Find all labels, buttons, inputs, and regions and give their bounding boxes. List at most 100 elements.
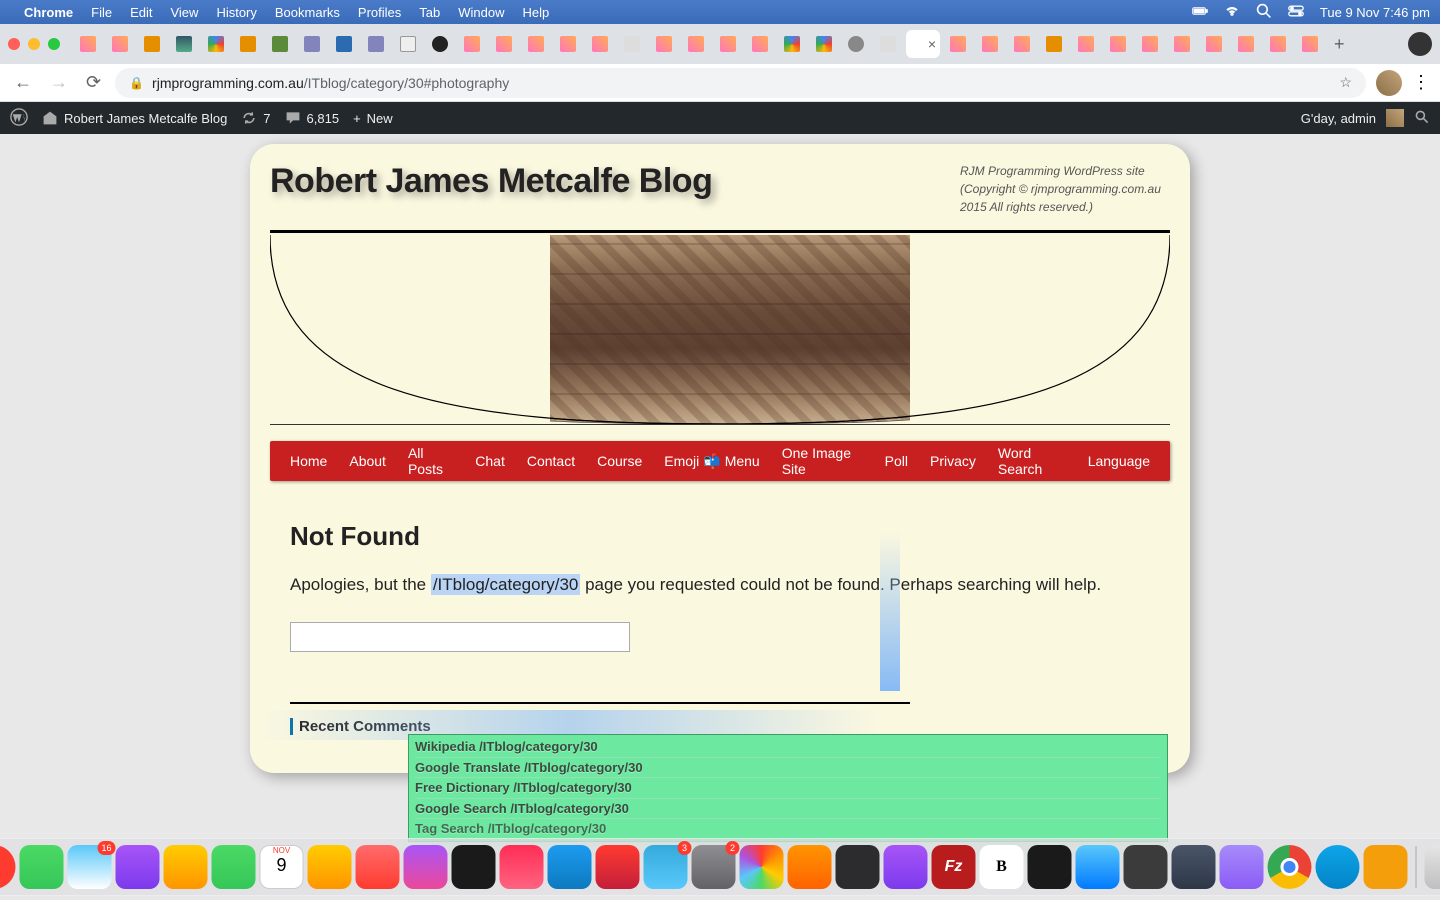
chrome-menu-icon[interactable]: ⋮: [1412, 72, 1430, 93]
dock-terminal-icon[interactable]: [1028, 845, 1072, 889]
wp-logo-icon[interactable]: [10, 108, 28, 129]
back-button[interactable]: ←: [10, 68, 36, 97]
dock-calendar-icon[interactable]: NOV9: [260, 845, 304, 889]
search-input[interactable]: [290, 622, 630, 652]
dock-app-icon[interactable]: [1124, 845, 1168, 889]
wp-greeting[interactable]: G'day, admin: [1301, 111, 1376, 126]
bookmark-star-icon[interactable]: ☆: [1339, 74, 1352, 91]
dock-app-icon[interactable]: [1364, 845, 1408, 889]
nav-emoji-menu[interactable]: Emoji 📬 Menu: [664, 453, 759, 470]
tab[interactable]: [714, 30, 742, 58]
dock-news-icon[interactable]: [596, 845, 640, 889]
battery-icon[interactable]: [1192, 3, 1208, 22]
menubar-tab[interactable]: Tab: [419, 5, 440, 20]
tab[interactable]: [170, 30, 198, 58]
tab[interactable]: [874, 30, 902, 58]
dock-app-icon[interactable]: [836, 845, 880, 889]
nav-poll[interactable]: Poll: [885, 453, 908, 469]
address-bar[interactable]: 🔒 rjmprogramming.com.au/ITblog/category/…: [115, 68, 1366, 98]
menubar-window[interactable]: Window: [458, 5, 504, 20]
maximize-window-button[interactable]: [48, 38, 60, 50]
nav-home[interactable]: Home: [290, 453, 327, 469]
wp-search-icon[interactable]: [1414, 109, 1430, 128]
suggestion-tag-search[interactable]: Tag Search /ITblog/category/30: [415, 819, 1161, 839]
dock-app-icon[interactable]: [1220, 845, 1264, 889]
menubar-help[interactable]: Help: [523, 5, 550, 20]
tab[interactable]: [202, 30, 230, 58]
tab[interactable]: [234, 30, 262, 58]
dock-app-icon[interactable]: [884, 845, 928, 889]
minimize-window-button[interactable]: [28, 38, 40, 50]
dock-filezilla-icon[interactable]: Fz: [932, 845, 976, 889]
tab[interactable]: [618, 30, 646, 58]
tab[interactable]: [362, 30, 390, 58]
tab[interactable]: [842, 30, 870, 58]
tab[interactable]: [522, 30, 550, 58]
tab[interactable]: [266, 30, 294, 58]
tab[interactable]: [586, 30, 614, 58]
tab[interactable]: [1104, 30, 1132, 58]
nav-privacy[interactable]: Privacy: [930, 453, 976, 469]
dock-mail-icon[interactable]: 16: [68, 845, 112, 889]
spotlight-icon[interactable]: [1256, 3, 1272, 22]
dock-app-icon[interactable]: [548, 845, 592, 889]
dock-settings-icon[interactable]: 2: [692, 845, 736, 889]
dock-firefox-icon[interactable]: [788, 845, 832, 889]
menubar-clock[interactable]: Tue 9 Nov 7:46 pm: [1320, 5, 1430, 20]
wifi-icon[interactable]: [1224, 3, 1240, 22]
dock-facetime-icon[interactable]: [212, 845, 256, 889]
suggestion-google-translate[interactable]: Google Translate /ITblog/category/30: [415, 758, 1161, 779]
dock-podcasts-icon[interactable]: [116, 845, 160, 889]
tab[interactable]: [1040, 30, 1068, 58]
tab[interactable]: [298, 30, 326, 58]
wp-site-link[interactable]: Robert James Metcalfe Blog: [42, 110, 227, 126]
tab[interactable]: [426, 30, 454, 58]
dock-music-icon[interactable]: [500, 845, 544, 889]
dock-opera-icon[interactable]: [0, 845, 16, 889]
reload-button[interactable]: ⟳: [82, 68, 105, 97]
tab[interactable]: [330, 30, 358, 58]
nav-one-image-site[interactable]: One Image Site: [782, 445, 863, 477]
profile-avatar[interactable]: [1376, 70, 1402, 96]
tab[interactable]: [394, 30, 422, 58]
tab[interactable]: [1168, 30, 1196, 58]
dock-notes-icon[interactable]: [308, 845, 352, 889]
dock-xcode-icon[interactable]: [1076, 845, 1120, 889]
tab[interactable]: [778, 30, 806, 58]
control-center-icon[interactable]: [1288, 3, 1304, 22]
close-window-button[interactable]: [8, 38, 20, 50]
suggestion-wikipedia[interactable]: Wikipedia /ITblog/category/30: [415, 737, 1161, 758]
dock-app-icon[interactable]: [356, 845, 400, 889]
tab[interactable]: [1136, 30, 1164, 58]
dock-chrome-icon[interactable]: [1268, 845, 1312, 889]
tab[interactable]: [138, 30, 166, 58]
new-tab-button[interactable]: +: [1334, 34, 1345, 55]
tab[interactable]: [1264, 30, 1292, 58]
dock-edge-icon[interactable]: [1316, 845, 1360, 889]
tab[interactable]: [1200, 30, 1228, 58]
dock-app-icon[interactable]: [404, 845, 448, 889]
suggestion-google-search[interactable]: Google Search /ITblog/category/30: [415, 799, 1161, 820]
dock-tv-icon[interactable]: [452, 845, 496, 889]
menubar-profiles[interactable]: Profiles: [358, 5, 401, 20]
menubar-file[interactable]: File: [91, 5, 112, 20]
nav-chat[interactable]: Chat: [475, 453, 505, 469]
menubar-edit[interactable]: Edit: [130, 5, 152, 20]
suggestion-free-dictionary[interactable]: Free Dictionary /ITblog/category/30: [415, 778, 1161, 799]
wp-avatar[interactable]: [1386, 109, 1404, 127]
menubar-app-name[interactable]: Chrome: [24, 5, 73, 20]
forward-button[interactable]: →: [46, 68, 72, 97]
nav-language[interactable]: Language: [1088, 453, 1150, 469]
tab[interactable]: [74, 30, 102, 58]
wp-updates-link[interactable]: 7: [241, 110, 270, 126]
tab[interactable]: [106, 30, 134, 58]
dock-app-icon[interactable]: [1172, 845, 1216, 889]
tab[interactable]: [1296, 30, 1324, 58]
tab[interactable]: [944, 30, 972, 58]
tab[interactable]: [1008, 30, 1036, 58]
dock-folder-icon[interactable]: [1425, 845, 1440, 889]
dock-app-icon[interactable]: [740, 845, 784, 889]
tab[interactable]: [490, 30, 518, 58]
dock-app-icon[interactable]: [164, 845, 208, 889]
dock-messages-icon[interactable]: [20, 845, 64, 889]
